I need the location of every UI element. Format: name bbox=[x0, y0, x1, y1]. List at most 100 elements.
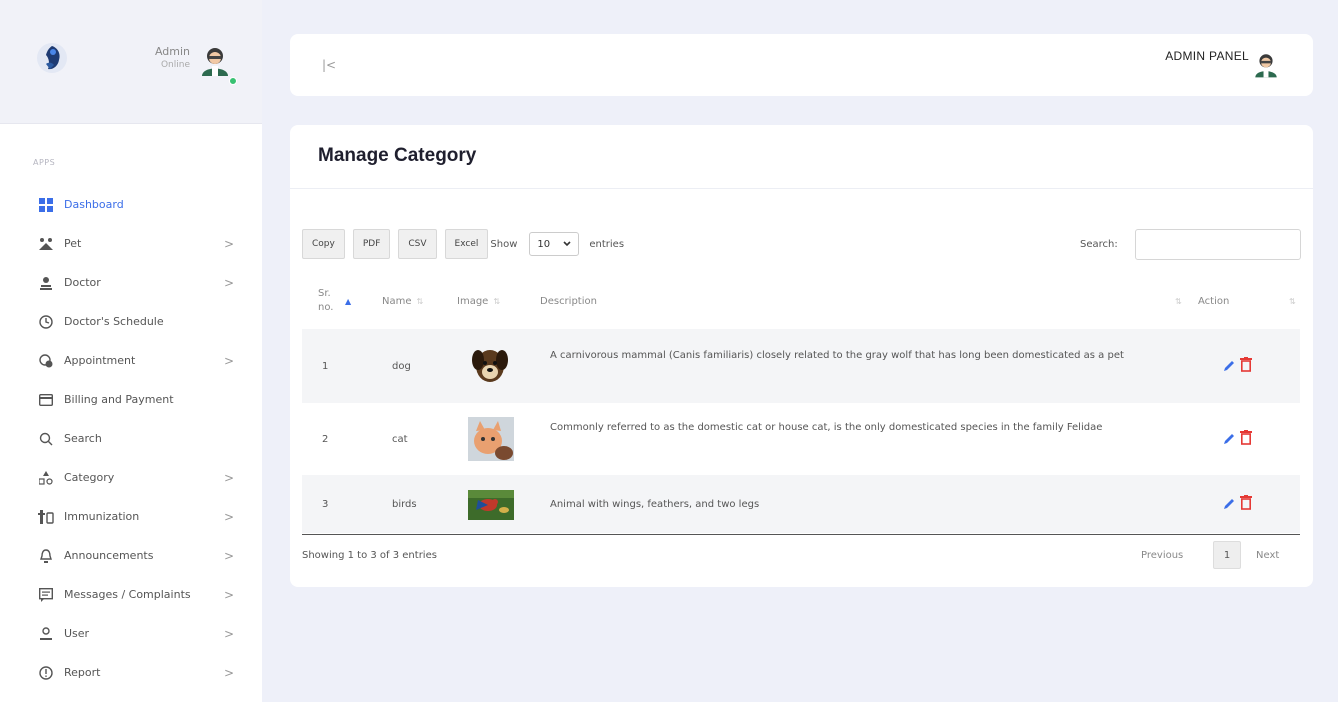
sidebar-item-billing[interactable]: Billing and Payment bbox=[0, 380, 262, 419]
row-sr: 1 bbox=[322, 360, 329, 372]
manage-category-card: Manage Category Copy PDF CSV Excel Show … bbox=[290, 125, 1313, 587]
sidebar-item-category[interactable]: Category > bbox=[0, 458, 262, 497]
search-input[interactable] bbox=[1135, 229, 1301, 260]
table-row: 3 birds Animal with wings, feathers, and… bbox=[302, 475, 1300, 533]
chevron-right-icon: > bbox=[224, 548, 235, 563]
column-header-sr[interactable]: Sr. no. ▲ bbox=[318, 275, 370, 327]
sidebar-item-label: Announcements bbox=[64, 549, 154, 562]
bell-icon bbox=[38, 548, 54, 564]
column-header-description[interactable]: Description bbox=[540, 275, 597, 327]
row-name: birds bbox=[392, 498, 417, 510]
sort-icon: ⇅ bbox=[416, 296, 424, 306]
sidebar-item-label: Category bbox=[64, 471, 115, 484]
admin-name: Admin bbox=[154, 45, 190, 58]
sidebar-item-label: Dashboard bbox=[64, 198, 124, 211]
row-sr: 2 bbox=[322, 433, 329, 445]
chevron-right-icon: > bbox=[224, 470, 235, 485]
online-status-dot bbox=[229, 77, 237, 85]
chevron-right-icon: > bbox=[224, 665, 235, 680]
chevron-right-icon: > bbox=[224, 587, 235, 602]
collapse-sidebar-button[interactable]: |< bbox=[322, 58, 336, 72]
birds-image bbox=[468, 490, 514, 520]
admin-status: Online bbox=[160, 60, 190, 70]
page-title: Manage Category bbox=[318, 145, 477, 166]
page-1-button[interactable]: 1 bbox=[1213, 541, 1241, 569]
sidebar-item-immunization[interactable]: Immunization > bbox=[0, 497, 262, 536]
csv-button[interactable]: CSV bbox=[398, 229, 437, 259]
row-name: dog bbox=[392, 360, 411, 372]
sidebar-item-doctors-schedule[interactable]: Doctor's Schedule bbox=[0, 302, 262, 341]
edit-icon[interactable] bbox=[1222, 359, 1236, 373]
excel-button[interactable]: Excel bbox=[444, 229, 489, 259]
sidebar-item-pet[interactable]: Pet > bbox=[0, 224, 262, 263]
sidebar-item-messages[interactable]: Messages / Complaints > bbox=[0, 575, 262, 614]
sidebar-item-label: Pet bbox=[64, 237, 82, 250]
sidebar-item-appointment[interactable]: Appointment > bbox=[0, 341, 262, 380]
next-button[interactable]: Next bbox=[1256, 550, 1279, 561]
category-icon bbox=[38, 470, 54, 486]
sidebar-item-label: Messages / Complaints bbox=[64, 588, 191, 601]
pet-icon bbox=[38, 236, 54, 252]
sidebar-item-doctor[interactable]: Doctor > bbox=[0, 263, 262, 302]
sort-icon[interactable]: ⇅ bbox=[1289, 275, 1296, 327]
message-icon bbox=[38, 587, 54, 603]
sidebar-item-user[interactable]: User > bbox=[0, 614, 262, 653]
delete-icon[interactable] bbox=[1240, 495, 1252, 510]
delete-icon[interactable] bbox=[1240, 430, 1252, 445]
chevron-right-icon: > bbox=[224, 509, 235, 524]
column-header-label: Description bbox=[540, 295, 597, 307]
table-info: Showing 1 to 3 of 3 entries bbox=[302, 550, 437, 561]
avatar[interactable] bbox=[198, 46, 232, 76]
pdf-button[interactable]: PDF bbox=[352, 229, 391, 259]
column-header-label: Image bbox=[457, 295, 489, 307]
sidebar-item-label: Appointment bbox=[64, 354, 136, 367]
sort-icon[interactable]: ⇅ bbox=[1175, 275, 1182, 327]
sidebar-item-label: Immunization bbox=[64, 510, 140, 523]
doctor-icon bbox=[38, 275, 54, 291]
column-header-image[interactable]: Image ⇅ bbox=[457, 275, 500, 327]
row-name: cat bbox=[392, 433, 408, 445]
avatar[interactable] bbox=[1252, 52, 1280, 78]
top-header: |< ADMIN PANEL bbox=[290, 34, 1313, 96]
chevron-right-icon: > bbox=[224, 275, 235, 290]
show-label: Show bbox=[490, 238, 518, 250]
sidebar-item-label: Doctor bbox=[64, 276, 101, 289]
previous-button[interactable]: Previous bbox=[1141, 550, 1183, 561]
apps-section-label: APPS bbox=[33, 158, 56, 167]
chevron-right-icon: > bbox=[224, 353, 235, 368]
row-description: Animal with wings, feathers, and two leg… bbox=[550, 498, 760, 510]
sidebar-item-dashboard[interactable]: Dashboard bbox=[0, 185, 262, 224]
clock-icon bbox=[38, 314, 54, 330]
search-icon bbox=[38, 431, 54, 447]
copy-button[interactable]: Copy bbox=[302, 229, 345, 259]
chevron-down-icon bbox=[563, 241, 571, 247]
cat-image bbox=[468, 417, 514, 461]
report-icon bbox=[38, 665, 54, 681]
sort-icon: ⇅ bbox=[493, 296, 501, 306]
table-header: Sr. no. ▲ Name ⇅ Image ⇅ Description ⇅ A… bbox=[302, 275, 1300, 327]
column-header-label: Action bbox=[1198, 295, 1230, 307]
delete-icon[interactable] bbox=[1240, 357, 1252, 372]
sidebar-item-label: Report bbox=[64, 666, 101, 679]
edit-icon[interactable] bbox=[1222, 497, 1236, 511]
user-icon bbox=[38, 626, 54, 642]
table-bottom-border bbox=[302, 534, 1300, 535]
divider bbox=[290, 188, 1313, 189]
entries-select[interactable]: 10 bbox=[529, 232, 580, 256]
sidebar-item-search[interactable]: Search bbox=[0, 419, 262, 458]
sort-asc-icon: ▲ bbox=[345, 296, 352, 306]
sidebar-item-label: Billing and Payment bbox=[64, 393, 174, 406]
column-header-action[interactable]: Action bbox=[1198, 275, 1229, 327]
entries-label: entries bbox=[589, 238, 625, 250]
chevron-right-icon: > bbox=[224, 626, 235, 641]
sidebar: Admin Online APPS Dashboard Pet > Doctor… bbox=[0, 0, 262, 702]
chevron-right-icon: > bbox=[224, 236, 235, 251]
edit-icon[interactable] bbox=[1222, 432, 1236, 446]
app-logo-icon bbox=[37, 43, 67, 73]
credit-card-icon bbox=[38, 392, 54, 408]
panel-title: ADMIN PANEL bbox=[1165, 49, 1249, 63]
sidebar-item-label: User bbox=[64, 627, 90, 640]
sidebar-item-announcements[interactable]: Announcements > bbox=[0, 536, 262, 575]
column-header-name[interactable]: Name ⇅ bbox=[382, 275, 423, 327]
sidebar-item-report[interactable]: Report > bbox=[0, 653, 262, 692]
